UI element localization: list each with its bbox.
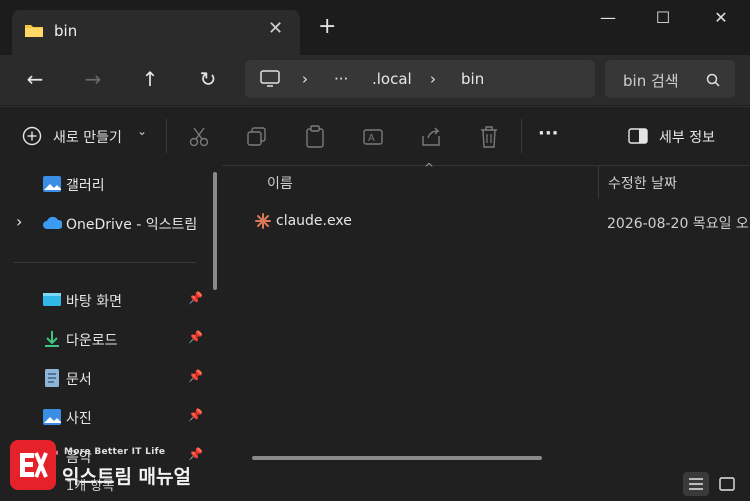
sidebar-divider <box>14 262 196 263</box>
breadcrumb-local[interactable]: .local <box>372 70 412 88</box>
new-tab-button[interactable]: + <box>318 14 336 39</box>
sidebar-item-onedrive[interactable]: › OneDrive - 익스트림 <box>0 204 210 242</box>
column-header-modified[interactable]: 수정한 날짜 <box>608 173 677 193</box>
file-name: claude.exe <box>276 213 352 229</box>
tab-label: bin <box>54 22 78 40</box>
share-icon[interactable] <box>420 126 442 148</box>
breadcrumb-bin[interactable]: bin <box>461 70 484 88</box>
watermark-logo <box>10 440 56 490</box>
navigation-pane: 갤러리 › OneDrive - 익스트림 바탕 화면 📌 다운로드 📌 문서 … <box>0 165 222 466</box>
navigation-bar: ← → ↑ ↻ › ··· .local › bin bin 검색 <box>0 55 750 105</box>
refresh-button[interactable]: ↻ <box>195 67 221 93</box>
search-box[interactable]: bin 검색 <box>605 60 735 98</box>
desktop-icon <box>43 293 61 306</box>
title-bar: bin ✕ + — ☐ ✕ <box>0 0 750 55</box>
chevron-down-icon: ⌄ <box>137 124 148 138</box>
sidebar-item-documents[interactable]: 문서 📌 <box>0 359 210 397</box>
details-label: 세부 정보 <box>659 130 715 146</box>
sort-indicator-icon: ^ <box>424 161 435 175</box>
new-button[interactable]: 새로 만들기 ⌄ <box>22 124 152 149</box>
gallery-icon <box>43 176 61 192</box>
sidebar-item-label: 갤러리 <box>66 178 105 194</box>
breadcrumb-overflow[interactable]: ··· <box>334 70 348 88</box>
claude-app-icon <box>255 213 271 229</box>
list-view-icon <box>689 478 703 490</box>
pictures-icon <box>43 409 61 425</box>
close-window-button[interactable]: ✕ <box>701 8 741 32</box>
watermark-tagline: More Better IT Life <box>64 447 166 457</box>
column-header-name[interactable]: 이름 <box>267 173 293 193</box>
sidebar-item-downloads[interactable]: 다운로드 📌 <box>0 320 210 358</box>
sidebar-item-label: 다운로드 <box>66 333 118 349</box>
divider <box>166 119 167 153</box>
details-view-button[interactable] <box>683 472 709 496</box>
tiles-view-icon <box>719 477 735 491</box>
download-icon <box>45 331 59 347</box>
breadcrumb-separator: › <box>302 70 308 88</box>
sidebar-item-label: 바탕 화면 <box>66 294 122 310</box>
logo-mark-icon <box>20 452 48 478</box>
pin-icon: 📌 <box>188 330 203 344</box>
cut-icon[interactable] <box>188 126 210 148</box>
breadcrumb-separator: › <box>430 70 436 88</box>
svg-text:A: A <box>368 133 375 144</box>
search-icon <box>706 73 720 87</box>
forward-button[interactable]: → <box>80 67 106 93</box>
close-tab-button[interactable]: ✕ <box>268 18 283 39</box>
folder-icon <box>25 25 43 37</box>
delete-icon[interactable] <box>478 125 500 149</box>
tab-bin[interactable]: bin ✕ <box>12 10 300 55</box>
maximize-button[interactable]: ☐ <box>643 8 683 32</box>
pin-icon: 📌 <box>188 291 203 305</box>
sidebar-item-label: 문서 <box>66 372 92 388</box>
sidebar-item-desktop[interactable]: 바탕 화면 📌 <box>0 281 210 319</box>
column-divider[interactable] <box>598 165 599 199</box>
address-bar[interactable]: › ··· .local › bin <box>245 60 595 98</box>
cloud-icon <box>43 216 62 229</box>
pin-icon: 📌 <box>188 447 203 461</box>
sidebar-scrollbar[interactable] <box>213 172 217 290</box>
sidebar-item-label: OneDrive - 익스트림 <box>66 217 198 233</box>
plus-circle-icon <box>22 126 42 146</box>
sidebar-item-pictures[interactable]: 사진 📌 <box>0 398 210 436</box>
new-label: 새로 만들기 <box>53 130 122 146</box>
pin-icon: 📌 <box>188 369 203 383</box>
file-list: ^ 이름 수정한 날짜 claude.exe 2026-08-20 목요일 오 <box>226 161 750 465</box>
sidebar-item-gallery[interactable]: 갤러리 <box>0 165 210 203</box>
divider <box>521 119 522 153</box>
minimize-button[interactable]: — <box>588 8 628 32</box>
tiles-view-button[interactable] <box>714 472 740 496</box>
chevron-right-icon[interactable]: › <box>16 212 22 231</box>
search-placeholder: bin 검색 <box>623 72 679 90</box>
details-pane-button[interactable]: 세부 정보 <box>628 125 738 149</box>
pin-icon: 📌 <box>188 408 203 422</box>
watermark-name: 익스트림 매뉴얼 <box>62 466 191 488</box>
file-list-scrollbar[interactable] <box>252 456 542 460</box>
command-bar: 새로 만들기 ⌄ A ··· 세부 정보 <box>0 106 750 166</box>
rename-icon[interactable]: A <box>362 126 384 148</box>
paste-icon[interactable] <box>304 125 326 149</box>
sidebar-item-label: 사진 <box>66 411 92 427</box>
back-button[interactable]: ← <box>22 67 48 93</box>
document-icon <box>45 369 59 387</box>
monitor-icon <box>260 70 280 87</box>
details-pane-icon <box>628 128 648 144</box>
copy-icon[interactable] <box>246 126 268 148</box>
file-modified: 2026-08-20 목요일 오 <box>607 216 749 232</box>
up-button[interactable]: ↑ <box>137 67 163 93</box>
more-options-button[interactable]: ··· <box>538 123 559 144</box>
